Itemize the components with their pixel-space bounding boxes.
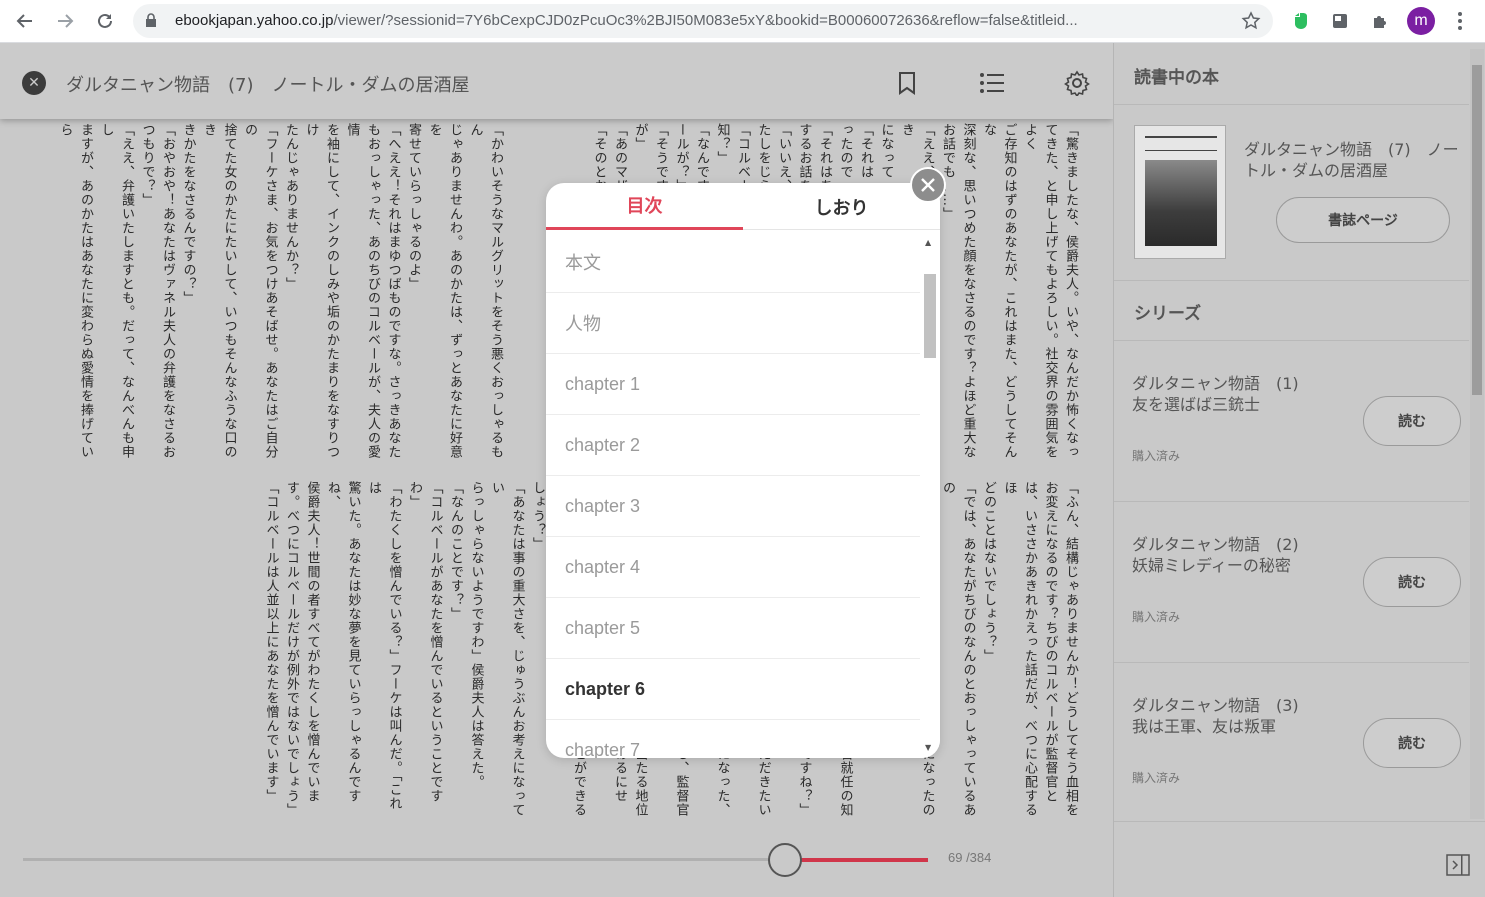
series-item-status: 購入済み xyxy=(1132,449,1181,463)
tab-contents[interactable]: 目次 xyxy=(546,183,743,230)
toc-list: 本文 人物 chapter 1 chapter 2 chapter 3 chapter 4… xyxy=(546,232,920,758)
scroll-up-icon[interactable]: ▲ xyxy=(925,238,931,247)
settings-gear-icon[interactable] xyxy=(1061,67,1093,99)
page-slider-bar: 69 /384 xyxy=(0,818,1113,897)
toc-tabs: 目次 しおり xyxy=(546,183,940,230)
text-column: 「おやおや！あなたはヴァネル夫人の弁護をなさるお xyxy=(160,123,175,459)
toc-item[interactable]: chapter 4 xyxy=(546,537,920,598)
text-column: 「驚きましたな、侯爵夫人。いや、なんだか怖くなってきた、と申し上げてもよろしい。… xyxy=(1022,123,1078,459)
close-modal-icon[interactable] xyxy=(910,167,946,203)
text-column: 侯爵夫人！世間の者すべてがわたくしを憎んでいま xyxy=(304,481,320,803)
series-item: ダルタニャン物語 (2) 妖婦ミレディーの秘密購入済み 読む xyxy=(1114,502,1469,663)
text-column: 「では、あなたがちびのなんのとおっしゃっているあの xyxy=(940,481,976,817)
side-footer xyxy=(1114,821,1485,897)
text-column: もおっしゃった、あのちびのコルベールが、夫人の愛情 xyxy=(344,123,381,459)
toc-item[interactable]: chapter 2 xyxy=(546,415,920,476)
toc-item[interactable]: 人物 xyxy=(546,293,920,354)
extension-flag-icon[interactable] xyxy=(1326,7,1354,35)
text-column: ますが、あのかたはあなたに変わらぬ愛情を捧げていら xyxy=(57,123,94,459)
text-column: きかたをなさるんですの？」 xyxy=(180,123,196,305)
table-of-contents-icon[interactable] xyxy=(976,67,1008,99)
browser-toolbar: ebookjapan.yahoo.co.jp/viewer/?sessionid… xyxy=(0,0,1485,43)
reading-heading: 読書中の本 xyxy=(1134,68,1219,88)
address-bar[interactable]: ebookjapan.yahoo.co.jp/viewer/?sessionid… xyxy=(133,4,1273,38)
text-column: しょう？」 xyxy=(530,481,545,551)
text-column: たんじゃありませんか？」 xyxy=(283,123,298,291)
page-slider-handle[interactable] xyxy=(768,843,802,877)
text-column: 「あなたは事の重大さを、じゅうぶんお考えになってい xyxy=(489,481,525,817)
text-column: 「コルベールは人並以上にあなたを憎んでいます」 xyxy=(263,481,279,803)
read-button[interactable]: 読む xyxy=(1363,718,1461,768)
text-upper-left: 「かわいそうなマルグリットをそう悪くおっしゃるもん じゃありませんわ。あのかたは、… xyxy=(55,123,505,463)
side-scroll-thumb[interactable] xyxy=(1472,65,1482,395)
text-column: らっしゃらないようですわ」侯爵夫人は答えた。 xyxy=(468,481,484,789)
series-item-status: 購入済み xyxy=(1132,771,1181,785)
page-indicator: 69 /384 xyxy=(948,850,992,865)
evernote-extension-icon[interactable] xyxy=(1287,7,1315,35)
series-item-title: ダルタニャン物語 (3) 我は王軍、友は叛軍 xyxy=(1132,696,1315,736)
book-cover[interactable] xyxy=(1134,125,1226,259)
scroll-down-icon[interactable]: ▼ xyxy=(925,743,931,752)
toc-scrollbar[interactable]: ▲ ▼ xyxy=(920,232,940,758)
extensions-puzzle-icon[interactable] xyxy=(1366,7,1394,35)
toggle-panel-icon[interactable] xyxy=(1446,854,1470,880)
toc-item[interactable]: chapter 7 xyxy=(546,720,920,759)
text-column: 「わたくしを憎んでいる？」フーケは叫んだ。「これは xyxy=(366,481,402,811)
toc-item[interactable]: chapter 3 xyxy=(546,476,920,537)
toc-item[interactable]: chapter 6 xyxy=(546,659,920,720)
text-column: 「コルベールがあなたを憎んでいるということですわ」 xyxy=(407,481,443,803)
read-button[interactable]: 読む xyxy=(1363,557,1461,607)
series-heading: シリーズ xyxy=(1134,304,1202,324)
bookmark-star-icon[interactable] xyxy=(1241,11,1261,35)
book-details-button[interactable]: 書誌ページ xyxy=(1276,197,1450,243)
text-column: 深刻な、思いつめた顔をなさるのです？よほど重大な xyxy=(960,123,976,459)
forward-icon[interactable] xyxy=(50,6,80,36)
toc-item[interactable]: 本文 xyxy=(546,232,920,293)
text-column: 「ふん、結構じゃありませんか！どうしてそう血相を xyxy=(1063,481,1078,817)
profile-avatar[interactable]: m xyxy=(1407,7,1435,35)
toc-modal: 目次 しおり 本文 人物 chapter 1 chapter 2 chapter 3 ch… xyxy=(546,183,940,758)
text-column: 「なんのことです？」 xyxy=(448,481,463,621)
toc-item[interactable]: chapter 5 xyxy=(546,598,920,659)
text-column: お変えになるのです？ちびのコルベールが監督官と xyxy=(1042,481,1058,803)
text-column: じゃありませんわ。あのかたは、ずっとあなたに好意を xyxy=(426,123,463,459)
side-panel: 読書中の本 ダルタニャン物語 (7) ノートル・ダムの居酒屋 書誌ページ シリー… xyxy=(1113,43,1485,897)
series-section-header: シリーズ xyxy=(1114,281,1469,341)
current-book-card: ダルタニャン物語 (7) ノートル・ダムの居酒屋 書誌ページ xyxy=(1114,105,1469,281)
text-column: を袖にして、インクのしみや垢のかたまりをなすりつけ xyxy=(303,123,340,459)
text-column: す。べつにコルベールだけが例外ではないでしょう」 xyxy=(284,481,299,817)
series-item-status: 購入済み xyxy=(1132,610,1181,624)
series-item-title: ダルタニャン物語 (2) 妖婦ミレディーの秘密 xyxy=(1132,535,1315,575)
text-column: 「かわいそうなマルグリットをそう悪くおっしゃるもん xyxy=(467,123,504,459)
reader-header: ✕ ダルタニャン物語 (7) ノートル・ダムの居酒屋 xyxy=(0,43,1113,119)
series-item-title: ダルタニャン物語 (1) 友を選ばば三銃士 xyxy=(1132,374,1315,414)
text-column: は、いささかあきれかえった話だが、べつに心配するほ xyxy=(1001,481,1038,817)
text-column: 「へええ！それはまゆつばものですな。さっきあなた xyxy=(385,123,401,459)
text-column: 「フーケさま、お気をつけあそばせ。あなたはご自分の xyxy=(242,123,278,459)
browser-menu-icon[interactable] xyxy=(1448,8,1472,34)
series-item: ダルタニャン物語 (1) 友を選ばば三銃士購入済み 読む xyxy=(1114,341,1469,502)
url-text: ebookjapan.yahoo.co.jp/viewer/?sessionid… xyxy=(175,12,1078,29)
text-column: ご存知のはずのあなたが、これはまた、どうしてそんな xyxy=(981,123,1017,459)
lock-icon xyxy=(145,13,157,32)
bookmark-icon[interactable] xyxy=(891,67,923,99)
text-column: 捨てた女のかたにたいして、いつもそんなふうな口のき xyxy=(201,123,237,459)
close-reader-icon[interactable]: ✕ xyxy=(22,71,46,95)
text-column: つもりで？」 xyxy=(139,123,155,207)
current-book-title: ダルタニャン物語 (7) ノートル・ダムの居酒屋 xyxy=(1244,140,1459,180)
series-item: ダルタニャン物語 (3) 我は王軍、友は叛軍購入済み 読む xyxy=(1114,663,1469,824)
reading-section-header: 読書中の本 xyxy=(1114,43,1469,105)
toc-item[interactable]: chapter 1 xyxy=(546,354,920,415)
book-title: ダルタニャン物語 (7) ノートル・ダムの居酒屋 xyxy=(66,75,470,96)
text-column: 驚いた。あなたは妙な夢を見ていらっしゃるんですね、 xyxy=(325,481,361,803)
back-icon[interactable] xyxy=(10,6,40,36)
reload-icon[interactable] xyxy=(90,6,120,36)
text-column: 寄せていらっしゃるのよ」 xyxy=(406,123,421,291)
text-column: どのことはないでしょう？」 xyxy=(981,481,996,663)
text-column: 「ええ、弁護いたしますとも。だって、なんべんも申し xyxy=(98,123,135,459)
page-slider-progress xyxy=(785,858,928,862)
toc-scroll-thumb[interactable] xyxy=(924,274,936,358)
side-scrollbar[interactable] xyxy=(1470,49,1484,819)
read-button[interactable]: 読む xyxy=(1363,396,1461,446)
